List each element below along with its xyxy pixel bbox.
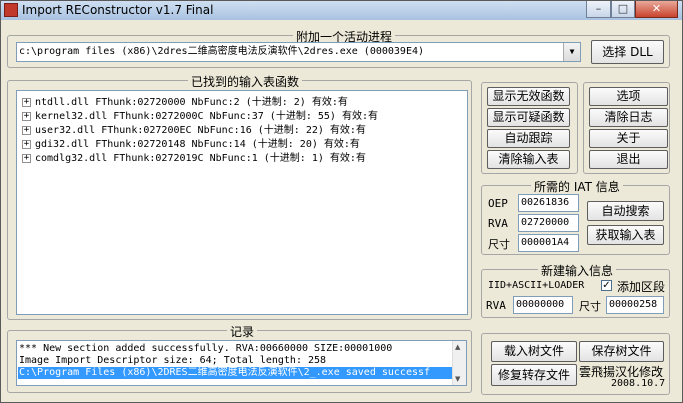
add-section-label: 添加区段 [617, 280, 666, 294]
minimize-icon[interactable]: – [586, 1, 611, 18]
select-dll-button[interactable]: 选择 DLL [591, 40, 664, 64]
log-group-legend: 记录 [227, 323, 258, 340]
load-tree-button[interactable]: 载入树文件 [491, 341, 577, 362]
about-button[interactable]: 关于 [589, 129, 668, 148]
maximize-icon[interactable]: □ [611, 1, 635, 18]
log-line[interactable]: *** New section added successfully. RVA:… [19, 343, 392, 355]
imports-group-legend: 已找到的输入表函数 [188, 73, 303, 90]
save-tree-button[interactable]: 保存树文件 [579, 341, 664, 362]
iid-ascii-loader-label: IID+ASCII+LOADER [488, 280, 585, 291]
fix-dump-button[interactable]: 修复转存文件 [491, 364, 577, 386]
tree-item-label: comdlg32.dll FThunk:0272019C NbFunc:1 (十… [35, 153, 366, 164]
auto-search-button[interactable]: 自动搜索 [587, 201, 664, 221]
log-line[interactable]: Image Import Descriptor size: 64; Total … [19, 355, 326, 367]
rva-field[interactable]: 02720000 [518, 214, 579, 232]
scroll-up-icon[interactable]: ▲ [455, 343, 460, 351]
process-dropdown-value: c:\program files (x86)\2dres二维高密度电法反演软件\… [19, 46, 425, 57]
options-button[interactable]: 选项 [589, 87, 668, 106]
size-field[interactable]: 000001A4 [518, 234, 579, 252]
rva-label: RVA [488, 217, 508, 230]
process-dropdown[interactable]: c:\program files (x86)\2dres二维高密度电法反演软件\… [16, 42, 581, 62]
add-section-checkbox[interactable]: ✓ [601, 280, 612, 291]
oep-label: OEP [488, 197, 508, 210]
log-line-selected[interactable]: C:\Program Files (x86)\2DRES二维高密度电法反演软件\… [18, 367, 452, 379]
expand-icon[interactable]: + [22, 139, 31, 149]
size-label: 尺寸 [488, 238, 510, 251]
credit-date: 2008.10.7 [611, 378, 666, 389]
new-import-group-legend: 新建输入信息 [538, 262, 617, 279]
clear-imports-button[interactable]: 清除输入表 [487, 150, 570, 169]
exit-button[interactable]: 退出 [589, 150, 668, 169]
show-suspect-button[interactable]: 显示可疑函数 [487, 108, 570, 127]
new-size-field[interactable]: 00000258 [606, 296, 664, 314]
show-invalid-button[interactable]: 显示无效函数 [487, 87, 570, 106]
tree-item[interactable]: + user32.dll FThunk:027200EC NbFunc:16 (十… [22, 121, 366, 136]
expand-icon[interactable]: + [22, 97, 31, 107]
get-imports-button[interactable]: 获取输入表 [587, 225, 664, 245]
imports-tree[interactable]: + ntdll.dll FThunk:02720000 NbFunc:2 (十进制… [16, 90, 468, 315]
new-rva-label: RVA [486, 299, 506, 312]
new-size-label: 尺寸 [579, 300, 601, 313]
clear-log-button[interactable]: 清除日志 [589, 108, 668, 127]
new-rva-field[interactable]: 00000000 [513, 296, 573, 314]
expand-icon[interactable]: + [22, 153, 31, 163]
window-title: Import REConstructor v1.7 Final [22, 3, 214, 17]
tree-item[interactable]: + comdlg32.dll FThunk:0272019C NbFunc:1 (… [22, 149, 366, 164]
tree-item[interactable]: + kernel32.dll FThunk:0272000C NbFunc:37 … [22, 107, 378, 122]
chevron-down-icon[interactable]: ▼ [563, 43, 580, 61]
iat-group-legend: 所需的 IAT 信息 [531, 178, 623, 195]
log-scrollbar[interactable]: ▲ ▼ [452, 341, 466, 385]
title-bar[interactable]: Import REConstructor v1.7 Final – □ ✕ [1, 1, 682, 20]
scroll-down-icon[interactable]: ▼ [455, 375, 460, 383]
oep-field[interactable]: 00261836 [518, 194, 579, 212]
main-window: Import REConstructor v1.7 Final – □ ✕ 附加… [0, 0, 683, 403]
expand-icon[interactable]: + [22, 111, 31, 121]
log-list[interactable]: *** New section added successfully. RVA:… [16, 340, 467, 386]
tree-item[interactable]: + ntdll.dll FThunk:02720000 NbFunc:2 (十进制… [22, 93, 348, 108]
close-icon[interactable]: ✕ [635, 1, 678, 18]
auto-trace-button[interactable]: 自动跟踪 [487, 129, 570, 148]
tree-item[interactable]: + gdi32.dll FThunk:02720148 NbFunc:14 (十进… [22, 135, 360, 150]
expand-icon[interactable]: + [22, 125, 31, 135]
app-icon [4, 3, 18, 17]
